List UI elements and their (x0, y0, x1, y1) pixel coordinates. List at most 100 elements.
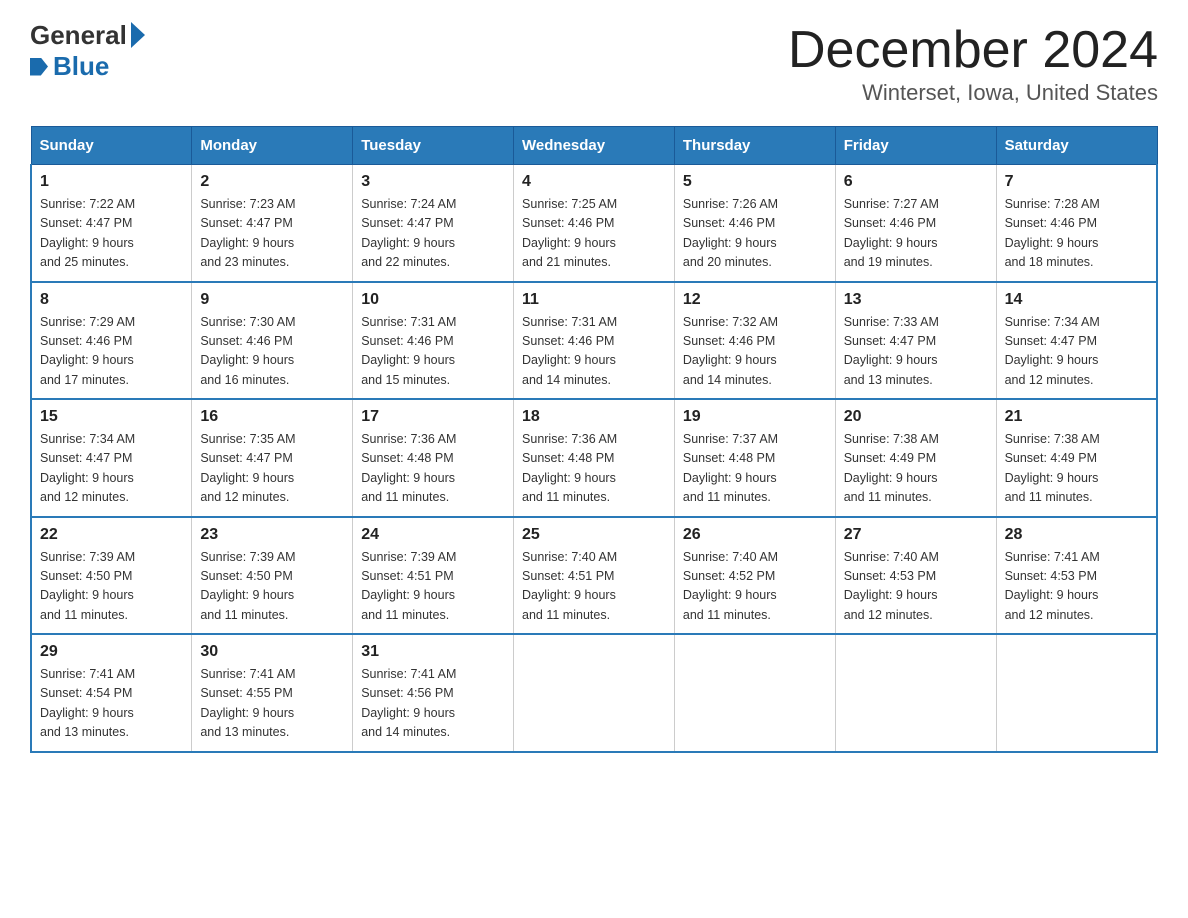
calendar-cell: 11Sunrise: 7:31 AMSunset: 4:46 PMDayligh… (514, 282, 675, 400)
day-header-saturday: Saturday (996, 127, 1157, 165)
calendar-body: 1 Sunrise: 7:22 AMSunset: 4:47 PMDaylight… (31, 165, 1157, 752)
calendar-cell: 13 Sunrise: 7:33 AMSunset: 4:47 PMDayligh… (835, 282, 996, 400)
day-info: Sunrise: 7:38 AMSunset: 4:49 PMDaylight:… (1005, 430, 1148, 508)
day-info: Sunrise: 7:34 AMSunset: 4:47 PMDaylight:… (40, 430, 183, 508)
day-number: 3 (361, 173, 505, 191)
day-info: Sunrise: 7:39 AMSunset: 4:50 PMDaylight:… (40, 548, 183, 626)
day-number: 26 (683, 526, 827, 544)
day-number: 11 (522, 291, 666, 309)
day-info: Sunrise: 7:29 AMSunset: 4:46 PMDaylight:… (40, 313, 183, 391)
day-number: 6 (844, 173, 988, 191)
day-number: 29 (40, 643, 183, 661)
day-number: 8 (40, 291, 183, 309)
day-number: 13 (844, 291, 988, 309)
calendar-cell (835, 634, 996, 752)
day-info: Sunrise: 7:26 AMSunset: 4:46 PMDaylight:… (683, 195, 827, 273)
week-row-4: 22Sunrise: 7:39 AMSunset: 4:50 PMDayligh… (31, 517, 1157, 635)
day-info: Sunrise: 7:40 AMSunset: 4:53 PMDaylight:… (844, 548, 988, 626)
day-info: Sunrise: 7:34 AMSunset: 4:47 PMDaylight:… (1005, 313, 1148, 391)
calendar-cell: 25Sunrise: 7:40 AMSunset: 4:51 PMDayligh… (514, 517, 675, 635)
day-info: Sunrise: 7:39 AMSunset: 4:51 PMDaylight:… (361, 548, 505, 626)
header: General Blue December 2024 Winterset, Io… (30, 20, 1158, 106)
day-number: 31 (361, 643, 505, 661)
day-header-thursday: Thursday (674, 127, 835, 165)
calendar-cell (514, 634, 675, 752)
week-row-1: 1 Sunrise: 7:22 AMSunset: 4:47 PMDaylight… (31, 165, 1157, 282)
day-number: 30 (200, 643, 344, 661)
day-info: Sunrise: 7:36 AMSunset: 4:48 PMDaylight:… (522, 430, 666, 508)
day-number: 5 (683, 173, 827, 191)
title-area: December 2024 Winterset, Iowa, United St… (788, 20, 1158, 106)
day-number: 23 (200, 526, 344, 544)
day-number: 25 (522, 526, 666, 544)
day-number: 20 (844, 408, 988, 426)
day-number: 28 (1005, 526, 1148, 544)
calendar-cell: 21 Sunrise: 7:38 AMSunset: 4:49 PMDayligh… (996, 399, 1157, 517)
day-number: 7 (1005, 173, 1148, 191)
calendar-cell: 7Sunrise: 7:28 AMSunset: 4:46 PMDaylight… (996, 165, 1157, 282)
day-number: 15 (40, 408, 183, 426)
day-number: 17 (361, 408, 505, 426)
day-info: Sunrise: 7:32 AMSunset: 4:46 PMDaylight:… (683, 313, 827, 391)
day-number: 24 (361, 526, 505, 544)
calendar-cell: 28 Sunrise: 7:41 AMSunset: 4:53 PMDayligh… (996, 517, 1157, 635)
calendar-cell: 22Sunrise: 7:39 AMSunset: 4:50 PMDayligh… (31, 517, 192, 635)
day-info: Sunrise: 7:41 AMSunset: 4:54 PMDaylight:… (40, 665, 183, 743)
calendar-cell: 3 Sunrise: 7:24 AMSunset: 4:47 PMDaylight… (353, 165, 514, 282)
calendar-cell: 27Sunrise: 7:40 AMSunset: 4:53 PMDayligh… (835, 517, 996, 635)
day-info: Sunrise: 7:25 AMSunset: 4:46 PMDaylight:… (522, 195, 666, 273)
calendar-cell: 5 Sunrise: 7:26 AMSunset: 4:46 PMDaylight… (674, 165, 835, 282)
calendar-cell: 6 Sunrise: 7:27 AMSunset: 4:46 PMDaylight… (835, 165, 996, 282)
day-number: 19 (683, 408, 827, 426)
calendar-subtitle: Winterset, Iowa, United States (788, 80, 1158, 106)
day-number: 21 (1005, 408, 1148, 426)
calendar-cell: 10Sunrise: 7:31 AMSunset: 4:46 PMDayligh… (353, 282, 514, 400)
day-number: 1 (40, 173, 183, 191)
days-of-week-row: SundayMondayTuesdayWednesdayThursdayFrid… (31, 127, 1157, 165)
calendar-cell: 14Sunrise: 7:34 AMSunset: 4:47 PMDayligh… (996, 282, 1157, 400)
day-number: 10 (361, 291, 505, 309)
calendar-cell: 19 Sunrise: 7:37 AMSunset: 4:48 PMDayligh… (674, 399, 835, 517)
day-info: Sunrise: 7:35 AMSunset: 4:47 PMDaylight:… (200, 430, 344, 508)
day-info: Sunrise: 7:33 AMSunset: 4:47 PMDaylight:… (844, 313, 988, 391)
day-info: Sunrise: 7:38 AMSunset: 4:49 PMDaylight:… (844, 430, 988, 508)
logo-general-text: General (30, 20, 127, 51)
calendar-title: December 2024 (788, 20, 1158, 80)
logo-arrow-icon (131, 22, 145, 48)
day-number: 12 (683, 291, 827, 309)
week-row-5: 29 Sunrise: 7:41 AMSunset: 4:54 PMDayligh… (31, 634, 1157, 752)
calendar-cell: 2Sunrise: 7:23 AMSunset: 4:47 PMDaylight… (192, 165, 353, 282)
day-header-tuesday: Tuesday (353, 127, 514, 165)
day-info: Sunrise: 7:41 AMSunset: 4:55 PMDaylight:… (200, 665, 344, 743)
day-info: Sunrise: 7:41 AMSunset: 4:53 PMDaylight:… (1005, 548, 1148, 626)
calendar-cell: 20 Sunrise: 7:38 AMSunset: 4:49 PMDayligh… (835, 399, 996, 517)
calendar-cell: 30 Sunrise: 7:41 AMSunset: 4:55 PMDayligh… (192, 634, 353, 752)
day-info: Sunrise: 7:41 AMSunset: 4:56 PMDaylight:… (361, 665, 505, 743)
calendar-cell: 29 Sunrise: 7:41 AMSunset: 4:54 PMDayligh… (31, 634, 192, 752)
day-info: Sunrise: 7:24 AMSunset: 4:47 PMDaylight:… (361, 195, 505, 273)
day-number: 4 (522, 173, 666, 191)
day-number: 16 (200, 408, 344, 426)
day-number: 9 (200, 291, 344, 309)
day-header-wednesday: Wednesday (514, 127, 675, 165)
calendar-cell: 15 Sunrise: 7:34 AMSunset: 4:47 PMDayligh… (31, 399, 192, 517)
calendar-cell: 1 Sunrise: 7:22 AMSunset: 4:47 PMDaylight… (31, 165, 192, 282)
calendar-header: SundayMondayTuesdayWednesdayThursdayFrid… (31, 127, 1157, 165)
day-info: Sunrise: 7:22 AMSunset: 4:47 PMDaylight:… (40, 195, 183, 273)
calendar-cell: 9 Sunrise: 7:30 AMSunset: 4:46 PMDaylight… (192, 282, 353, 400)
calendar-cell: 4 Sunrise: 7:25 AMSunset: 4:46 PMDaylight… (514, 165, 675, 282)
calendar-cell: 24 Sunrise: 7:39 AMSunset: 4:51 PMDayligh… (353, 517, 514, 635)
week-row-2: 8 Sunrise: 7:29 AMSunset: 4:46 PMDaylight… (31, 282, 1157, 400)
day-info: Sunrise: 7:23 AMSunset: 4:47 PMDaylight:… (200, 195, 344, 273)
day-info: Sunrise: 7:37 AMSunset: 4:48 PMDaylight:… (683, 430, 827, 508)
day-header-friday: Friday (835, 127, 996, 165)
week-row-3: 15 Sunrise: 7:34 AMSunset: 4:47 PMDayligh… (31, 399, 1157, 517)
calendar-cell: 18Sunrise: 7:36 AMSunset: 4:48 PMDayligh… (514, 399, 675, 517)
calendar-cell: 31 Sunrise: 7:41 AMSunset: 4:56 PMDayligh… (353, 634, 514, 752)
day-header-sunday: Sunday (31, 127, 192, 165)
day-info: Sunrise: 7:39 AMSunset: 4:50 PMDaylight:… (200, 548, 344, 626)
day-info: Sunrise: 7:30 AMSunset: 4:46 PMDaylight:… (200, 313, 344, 391)
day-info: Sunrise: 7:36 AMSunset: 4:48 PMDaylight:… (361, 430, 505, 508)
logo: General Blue (30, 20, 145, 82)
day-info: Sunrise: 7:27 AMSunset: 4:46 PMDaylight:… (844, 195, 988, 273)
